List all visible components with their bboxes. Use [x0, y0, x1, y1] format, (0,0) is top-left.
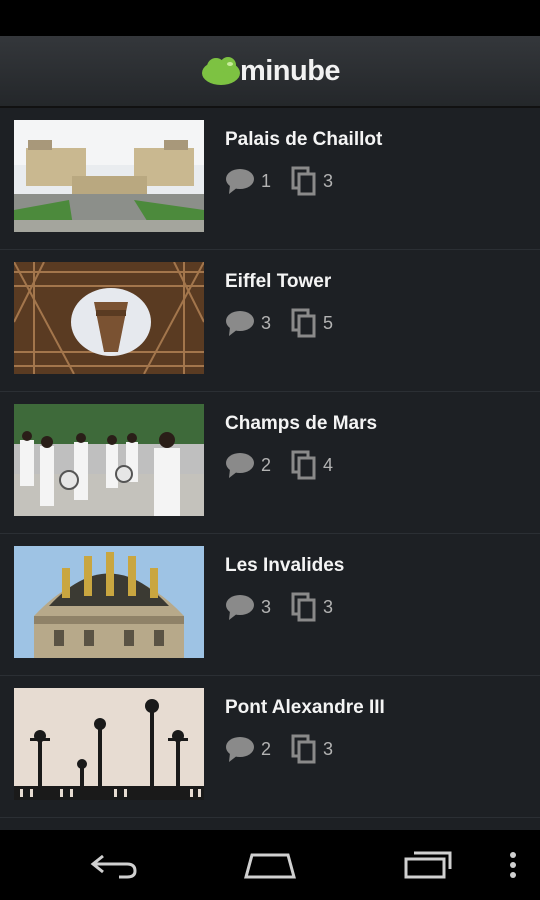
photos-icon	[291, 734, 316, 764]
comments-count: 1	[225, 168, 271, 194]
comments-count: 2	[225, 736, 271, 762]
place-title[interactable]: Pont Alexandre III	[225, 696, 385, 720]
list-item[interactable]: Champs de Mars 2 4	[0, 392, 540, 534]
photos-count: 3	[291, 166, 333, 196]
back-button[interactable]	[72, 830, 156, 900]
recents-icon	[404, 851, 452, 879]
comment-icon	[226, 169, 254, 194]
place-title[interactable]: Eiffel Tower	[225, 270, 353, 294]
place-thumbnail	[14, 546, 204, 658]
minube-cloud-icon	[201, 57, 240, 85]
status-bar	[0, 0, 540, 36]
places-list[interactable]: Palais de Chaillot 1 3 Eiffel Tower 3 5 …	[0, 108, 540, 830]
list-item[interactable]: Les Invalides 3 3	[0, 534, 540, 676]
place-title[interactable]: Champs de Mars	[225, 412, 377, 436]
overflow-menu-icon	[510, 852, 516, 878]
photos-icon	[291, 592, 316, 622]
home-icon	[244, 853, 296, 879]
photos-count: 3	[291, 592, 333, 622]
photos-icon	[291, 166, 316, 196]
list-item[interactable]: Palais de Chaillot 1 3	[0, 108, 540, 250]
comments-count: 3	[225, 310, 271, 336]
comment-icon	[226, 737, 254, 762]
list-item[interactable]: Eiffel Tower 3 5	[0, 250, 540, 392]
place-thumbnail	[14, 262, 204, 374]
place-thumbnail	[14, 120, 204, 232]
comment-icon	[226, 311, 254, 336]
place-thumbnail	[14, 688, 204, 800]
app-name: minube	[239, 54, 341, 87]
comments-count: 3	[225, 594, 271, 620]
comments-count: 2	[225, 452, 271, 478]
navigation-bar	[0, 830, 540, 900]
photos-count: 3	[291, 734, 333, 764]
photos-icon	[291, 308, 316, 338]
comment-icon	[226, 595, 254, 620]
back-icon	[90, 854, 137, 879]
place-title[interactable]: Palais de Chaillot	[225, 128, 382, 152]
photos-count: 4	[291, 450, 333, 480]
list-item[interactable]: Pont Alexandre III 2 3	[0, 676, 540, 818]
app-logo[interactable]: minube	[200, 54, 341, 88]
place-thumbnail	[14, 404, 204, 516]
photos-icon	[291, 450, 316, 480]
place-title[interactable]: Les Invalides	[225, 554, 353, 578]
comment-icon	[226, 453, 254, 478]
action-bar: minube	[0, 36, 540, 108]
home-button[interactable]	[228, 830, 312, 900]
recents-button[interactable]	[386, 830, 470, 900]
overflow-menu-button[interactable]	[498, 830, 528, 900]
photos-count: 5	[291, 308, 333, 338]
